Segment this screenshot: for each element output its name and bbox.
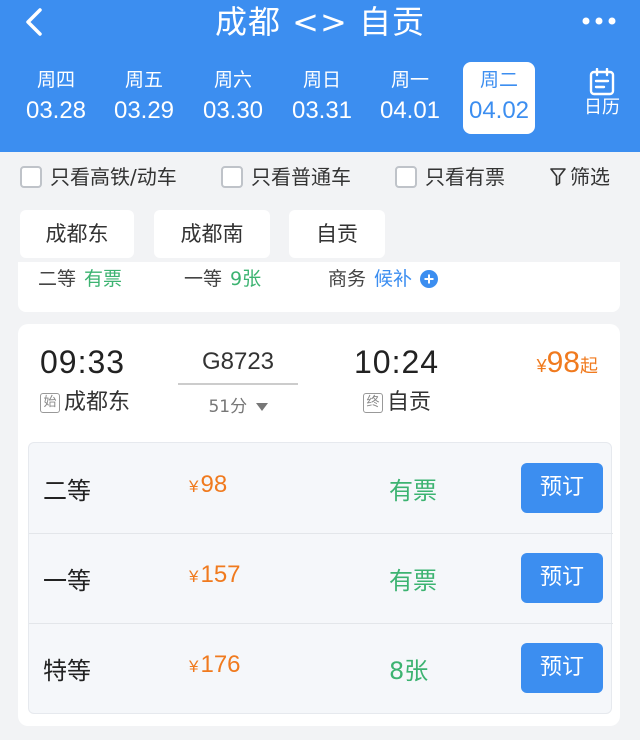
- train-number: G8723: [201, 348, 275, 375]
- currency-symbol: ¥: [536, 356, 547, 376]
- previous-train-card[interactable]: 二等 有票 一等 9张 商务 候补: [18, 262, 620, 312]
- seat-status: 8张: [389, 657, 429, 685]
- regular-only-checkbox[interactable]: 只看普通车: [221, 164, 351, 190]
- date-tab[interactable]: 周日 03.31: [278, 62, 366, 134]
- funnel-icon: [550, 168, 566, 186]
- date-label: 04.01: [379, 97, 441, 124]
- calendar-button[interactable]: 日历: [576, 68, 628, 120]
- currency-symbol: ¥: [189, 567, 199, 586]
- weekday-label: 周五: [124, 69, 163, 91]
- price-value: 98: [200, 471, 228, 498]
- weekday-label: 周日: [302, 69, 341, 91]
- departure-time: 09:33: [40, 344, 126, 380]
- filter-button[interactable]: 筛选: [550, 164, 610, 190]
- calendar-label: 日历: [584, 97, 620, 118]
- seat-summary: 商务 候补: [328, 266, 439, 292]
- seat-summary: 二等 有票: [38, 266, 122, 292]
- seat-status: 9张: [230, 268, 262, 290]
- caret-down-icon: [255, 403, 268, 411]
- plus-circle-icon[interactable]: [420, 270, 439, 288]
- duration-toggle[interactable]: 51分: [178, 392, 298, 417]
- seat-status: 有票: [84, 268, 123, 290]
- checkbox-box: [221, 166, 243, 188]
- station-chip[interactable]: 成都东: [20, 210, 134, 258]
- high-speed-only-checkbox[interactable]: 只看高铁/动车: [20, 164, 177, 190]
- seat-class: 特等: [43, 657, 91, 685]
- currency-symbol: ¥: [189, 477, 199, 496]
- seat-summary: 一等 9张: [184, 266, 261, 292]
- page-title: 成都 <> 自贡: [215, 3, 425, 41]
- price-suffix: 起: [580, 356, 598, 376]
- seat-class: 二等: [43, 477, 91, 505]
- train-card[interactable]: 09:33 始成都东 G8723 51分 10:24 终自贡 ¥98起 二等 ¥…: [18, 324, 620, 726]
- seat-price: ¥98: [189, 471, 227, 499]
- book-button[interactable]: 预订: [521, 643, 603, 693]
- price-value: 157: [200, 561, 241, 588]
- calendar-icon: [589, 68, 615, 96]
- seat-status: 候补: [374, 268, 413, 290]
- checkbox-label: 只看高铁/动车: [50, 165, 177, 189]
- seat-price: ¥157: [189, 561, 241, 589]
- weekday-label: 周六: [213, 69, 252, 91]
- seat-class: 商务: [328, 268, 367, 290]
- date-label: 04.02: [468, 97, 530, 124]
- date-tab-selected[interactable]: 周二 04.02: [463, 62, 535, 134]
- price-value: 176: [200, 651, 241, 678]
- date-label: 03.31: [291, 97, 353, 124]
- duration-label: 51分: [208, 397, 248, 417]
- available-only-checkbox[interactable]: 只看有票: [395, 164, 505, 190]
- date-tab[interactable]: 周一 04.01: [366, 62, 454, 134]
- seat-class: 一等: [43, 567, 91, 595]
- currency-symbol: ¥: [189, 657, 199, 676]
- seat-status: 有票: [389, 567, 437, 595]
- weekday-label: 周四: [36, 69, 75, 91]
- book-button[interactable]: 预订: [521, 463, 603, 513]
- origin-tag: 始: [40, 393, 60, 413]
- station-chip[interactable]: 自贡: [289, 210, 385, 258]
- min-price-value: 98: [546, 346, 580, 379]
- seat-status: 有票: [389, 477, 437, 505]
- departure-station: 始成都东: [40, 388, 130, 418]
- seat-list: 二等 ¥98 有票 预订 一等 ¥157 有票 预订 特等 ¥176 8张 预订: [28, 442, 613, 714]
- filter-bar: 只看高铁/动车 只看普通车 只看有票 筛选: [0, 152, 640, 200]
- weekday-label: 周二: [479, 69, 518, 91]
- station-chip[interactable]: 成都南: [154, 210, 270, 258]
- weekday-label: 周一: [390, 69, 429, 91]
- arrival-time: 10:24: [354, 344, 440, 380]
- route-line: [178, 383, 298, 385]
- seat-class: 一等: [184, 268, 223, 290]
- seat-row: 特等 ¥176 8张 预订: [29, 623, 613, 713]
- min-price: ¥98起: [537, 346, 598, 380]
- checkbox-box: [395, 166, 417, 188]
- filter-label: 筛选: [570, 165, 610, 189]
- seat-class: 二等: [38, 268, 77, 290]
- date-label: 03.29: [113, 97, 175, 124]
- date-label: 03.28: [25, 97, 87, 124]
- date-tab[interactable]: 周四 03.28: [12, 62, 100, 134]
- book-button[interactable]: 预订: [521, 553, 603, 603]
- seat-price: ¥176: [189, 651, 241, 679]
- top-bar: 成都 <> 自贡 周四 03.28 周五 03.29 周六 03.30 周日 0…: [0, 0, 640, 152]
- seat-row: 一等 ¥157 有票 预订: [29, 533, 613, 623]
- departure-station-name: 成都东: [64, 390, 131, 415]
- date-label: 03.30: [202, 97, 264, 124]
- arrival-station: 终自贡: [363, 388, 431, 418]
- terminal-tag: 终: [363, 393, 383, 413]
- date-tab[interactable]: 周六 03.30: [189, 62, 277, 134]
- seat-row: 二等 ¥98 有票 预订: [29, 443, 613, 533]
- checkbox-label: 只看有票: [425, 165, 505, 189]
- date-tab[interactable]: 周五 03.29: [100, 62, 188, 134]
- checkbox-label: 只看普通车: [251, 165, 351, 189]
- date-selector: 周四 03.28 周五 03.29 周六 03.30 周日 03.31 周一 0…: [0, 62, 640, 138]
- arrival-station-name: 自贡: [387, 390, 432, 415]
- checkbox-box: [20, 166, 42, 188]
- more-icon[interactable]: [580, 14, 618, 28]
